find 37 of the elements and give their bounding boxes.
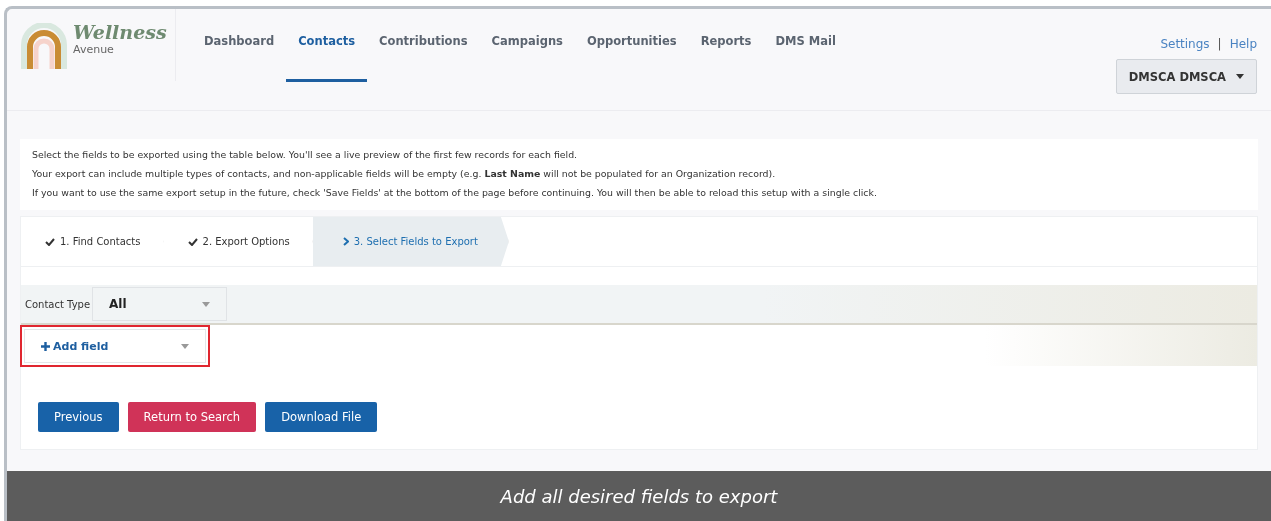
intro-text: Your export can include multiple types of contacts, and non-applicable fields will be empty (e.g. Last Name will not be populated for an Organization record).	[32, 167, 777, 181]
header-link[interactable]: Help	[1229, 37, 1257, 51]
user-menu-button[interactable]: DMSCA DMSCA	[1115, 59, 1257, 94]
action-button[interactable]: Download File	[265, 402, 378, 432]
wizard-step[interactable]: 3. Select Fields to Export	[312, 217, 509, 266]
rainbow-icon	[21, 23, 67, 69]
step-label: 2. Export Options	[202, 236, 290, 247]
caret-icon	[181, 343, 189, 349]
nav-tab[interactable]: Opportunities	[574, 2, 689, 82]
link-separator: |	[1217, 37, 1222, 51]
nav-tab[interactable]: Contributions	[367, 2, 480, 82]
caret-icon	[1236, 74, 1244, 79]
action-button[interactable]: Return to Search	[127, 402, 257, 432]
nav-tab[interactable]: Campaigns	[479, 2, 575, 82]
logo-subtitle: Avenue	[73, 43, 115, 56]
action-button[interactable]: Previous	[38, 402, 119, 432]
nav-tab[interactable]: DMS Mail	[763, 2, 848, 82]
wizard-step[interactable]: 1. Find Contacts	[21, 217, 164, 266]
nav-tab[interactable]: Contacts	[286, 2, 368, 82]
step-label: 1. Find Contacts	[60, 236, 141, 247]
logo-title: Wellness	[73, 21, 167, 43]
caret-icon	[202, 301, 211, 307]
add-field-select[interactable]: Add field	[24, 329, 206, 363]
nav-tab[interactable]: Reports	[688, 2, 764, 82]
nav-tab[interactable]: Dashboard	[192, 2, 287, 82]
chevron-right-icon	[342, 237, 349, 246]
intro-text: Select the fields to be exported using the table below. You'll see a live preview of the first few records for each field.	[32, 148, 579, 162]
intro-text: If you want to use the same export setup in the future, check 'Save Fields' at the bottom of the page before continuing. You will then be able to reload this setup with a single click.	[32, 186, 878, 200]
contact-type-label: Contact Type	[24, 298, 92, 310]
contact-type-select[interactable]: All	[92, 287, 228, 321]
header-link[interactable]: Settings	[1160, 37, 1210, 51]
wizard-step[interactable]: 2. Export Options	[163, 217, 313, 266]
step-label: 3. Select Fields to Export	[353, 236, 478, 247]
checkmark-icon	[187, 237, 198, 246]
checkmark-icon	[45, 237, 55, 246]
caption-text: Add all desired fields to export	[500, 485, 778, 507]
plus-icon	[41, 341, 50, 351]
